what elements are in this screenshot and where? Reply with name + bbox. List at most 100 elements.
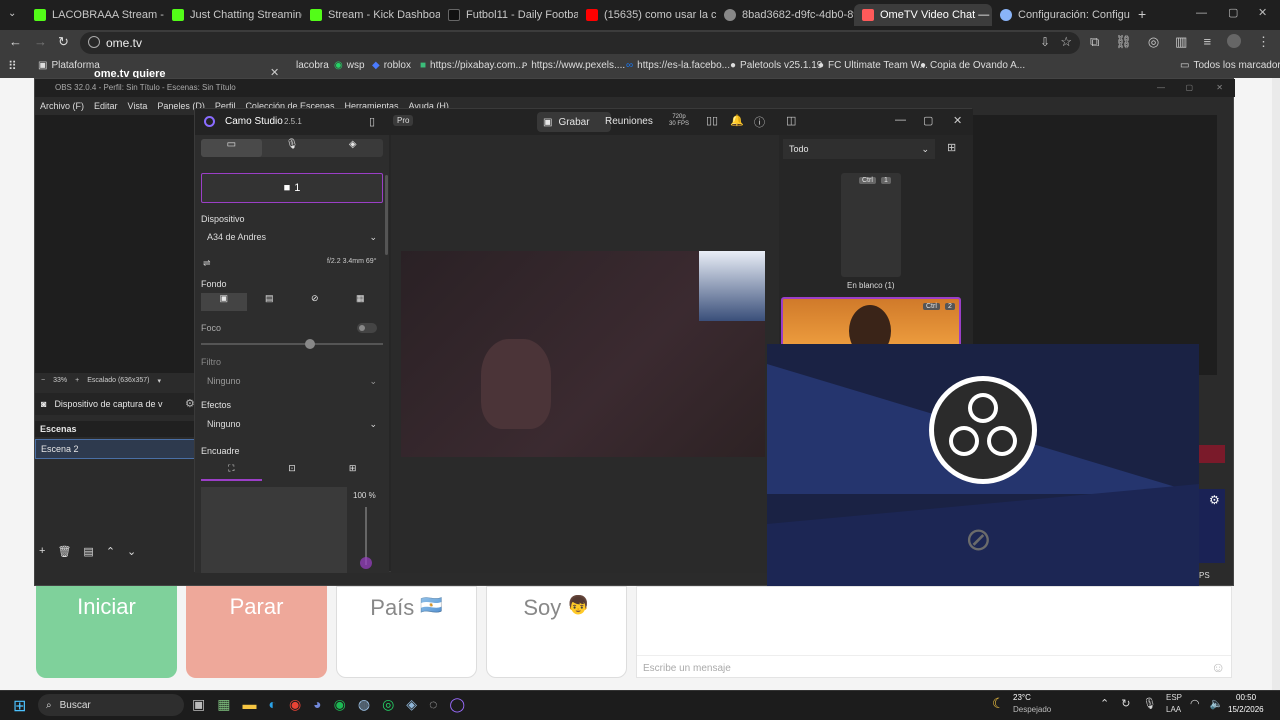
country-button[interactable]: País 🇦🇷 (336, 586, 477, 678)
add-icon[interactable]: + (39, 545, 45, 558)
bookmark-item[interactable]: ᴘ https://www.pexels.... (522, 60, 625, 71)
scene-item[interactable]: Escena 2 (35, 439, 195, 459)
browser-tab[interactable]: 8bad3682-d9fc-4db0-89f✕ (716, 4, 854, 26)
discord-icon[interactable]: ◕ (313, 696, 321, 713)
file-explorer-icon[interactable]: ▬ (242, 696, 256, 713)
chrome-icon[interactable]: ◉ (289, 696, 301, 713)
bookmark-star-icon[interactable]: ☆ (1060, 34, 1072, 50)
zoom-out-icon[interactable]: − (41, 377, 45, 385)
bookmark-item[interactable]: ● FC Ultimate Team W... (818, 60, 928, 71)
steam-icon[interactable]: ◍ (358, 696, 370, 713)
menu-lines-icon[interactable]: ≡ (1203, 34, 1211, 50)
new-tab-icon[interactable]: + (1138, 6, 1146, 22)
minimize-icon[interactable]: — (895, 114, 906, 126)
menu-archivo[interactable]: Archivo (F) (40, 97, 84, 115)
close-icon[interactable]: ✕ (953, 114, 962, 127)
maximize-icon[interactable]: ▢ (1185, 79, 1193, 97)
camo-icon[interactable]: ◯ (449, 696, 465, 713)
frame-center-icon[interactable]: ⊞ (322, 463, 383, 481)
gender-button[interactable]: Soy 👦 (486, 586, 627, 678)
sync-icon[interactable]: ↻ (1121, 697, 1130, 710)
taskbar-search[interactable]: ⌕ Buscar (38, 694, 184, 716)
maximize-icon[interactable]: ▢ (923, 114, 933, 127)
browser-tab-active[interactable]: OmeTV Video Chat — Or✕ (854, 4, 992, 26)
all-bookmarks[interactable]: ▭Todos los marcadores (1180, 60, 1280, 71)
start-button[interactable]: Iniciar (36, 586, 177, 678)
browser-tab[interactable]: Just Chatting Streaming✕ (164, 4, 302, 26)
arrow-up-icon[interactable]: ⌃ (106, 545, 115, 558)
no-background-icon[interactable]: ⊘ (292, 293, 338, 311)
clock-time[interactable]: 00:50 (1236, 693, 1256, 702)
close-window-icon[interactable]: ✕ (1258, 6, 1267, 19)
framing-preview[interactable] (201, 487, 347, 573)
obs-icon[interactable]: ◌ (429, 696, 437, 713)
trash-icon[interactable]: 🗑 (57, 545, 71, 558)
zoom-slider[interactable] (360, 507, 372, 569)
record-button[interactable]: ▣ Grabar (537, 112, 611, 132)
filter-icon[interactable]: ▤ (83, 545, 93, 558)
arrow-down-icon[interactable]: ⌄ (127, 545, 136, 558)
pro-badge[interactable]: Pro (393, 115, 414, 126)
microphone-icon[interactable]: 🎙 (1142, 697, 1156, 710)
notification-bell-icon[interactable]: 🔔 (730, 114, 744, 127)
whatsapp-icon[interactable]: ◎ (382, 696, 394, 713)
panel-toggle-icon[interactable]: ◫ (786, 114, 796, 127)
video-tab-icon[interactable]: ▭ (201, 139, 262, 157)
back-icon[interactable]: ← (9, 34, 22, 49)
edge-icon[interactable]: ◐ (268, 696, 276, 713)
windows-start-icon[interactable]: ⊞ (13, 696, 26, 716)
frame-manual-icon[interactable]: ⛶ (201, 463, 262, 481)
install-app-icon[interactable]: ⇩ (1040, 35, 1050, 49)
frame-auto-icon[interactable]: ⊡ (262, 463, 323, 481)
focus-toggle[interactable] (357, 323, 377, 333)
browser-tab[interactable]: Futbol11 - Daily Football✕ (440, 4, 578, 26)
replace-background-icon[interactable]: ▦ (338, 293, 384, 311)
page-scrollbar[interactable] (1272, 78, 1280, 690)
minimize-icon[interactable]: — (1157, 79, 1165, 97)
sidebar-scrollbar[interactable] (385, 175, 388, 255)
chevron-down-icon[interactable]: ▾ (157, 377, 161, 385)
tab-list-chevron-icon[interactable]: ⌄ (8, 8, 16, 19)
steam-alt-icon[interactable]: ◈ (406, 696, 417, 713)
bookmark-item[interactable]: ◆ roblox (372, 60, 411, 71)
spotify-icon[interactable]: ◉ (334, 696, 346, 713)
maximize-icon[interactable]: ▢ (1228, 6, 1238, 19)
chevron-up-icon[interactable]: ⌃ (1100, 697, 1109, 710)
device-select[interactable]: A34 de Andres ⌄ (201, 227, 383, 247)
extensions-icon[interactable]: ⧉ (1090, 34, 1099, 50)
bookmark-item[interactable]: ■ https://pixabay.com... (420, 60, 524, 71)
wifi-icon[interactable]: ◠ (1190, 697, 1200, 710)
split-view-icon[interactable]: ▯▯ (706, 114, 718, 127)
forward-icon[interactable]: → (34, 34, 47, 49)
focus-slider[interactable] (201, 339, 383, 349)
kebab-menu-icon[interactable]: ⋮ (1257, 34, 1270, 50)
site-info-icon[interactable] (88, 36, 100, 48)
browser-tab[interactable]: Configuración: Configura✕ (992, 4, 1130, 26)
emoji-icon[interactable]: ☺ (1211, 659, 1225, 675)
layout-code[interactable]: LAA (1166, 705, 1181, 714)
bookmark-item[interactable]: ● Paletools v25.1.19 (730, 60, 822, 71)
zoom-in-icon[interactable]: + (75, 377, 79, 385)
scene-card-blank[interactable]: Ctrl 1 (841, 173, 901, 277)
resolution-badge[interactable]: 720p 30 FPS (669, 114, 689, 128)
gear-icon[interactable]: ⚙ (1209, 493, 1220, 507)
link-icon[interactable]: ⛓ (1115, 34, 1132, 50)
browser-tab[interactable]: LACOBRAAA Stream - Wa✕ (26, 4, 164, 26)
menu-vista[interactable]: Vista (128, 97, 148, 115)
filter-select[interactable]: Ninguno ⌄ (201, 371, 383, 391)
meetings-button[interactable]: Reuniones (605, 116, 653, 127)
reload-icon[interactable]: ↻ (58, 34, 69, 50)
browser-tab[interactable]: Stream - Kick Dashboard✕ (302, 4, 440, 26)
sidebar-icon[interactable]: ▥ (1175, 34, 1187, 50)
store-icon[interactable]: ▦ (217, 696, 230, 713)
help-icon[interactable]: ⓘ (754, 114, 765, 130)
menu-editar[interactable]: Editar (94, 97, 118, 115)
bookmark-item[interactable]: lacobra (296, 60, 329, 71)
effects-select[interactable]: Ninguno ⌄ (201, 414, 383, 434)
close-icon[interactable]: ✕ (1216, 79, 1223, 97)
clock-date[interactable]: 15/2/2026 (1228, 705, 1264, 714)
portrait-icon[interactable]: ▣ (201, 293, 247, 311)
apps-grid-icon[interactable]: ⠿ (8, 59, 17, 73)
avatar[interactable] (1227, 34, 1242, 48)
browser-tab[interactable]: (15635) como usar la cám✕ (578, 4, 716, 26)
